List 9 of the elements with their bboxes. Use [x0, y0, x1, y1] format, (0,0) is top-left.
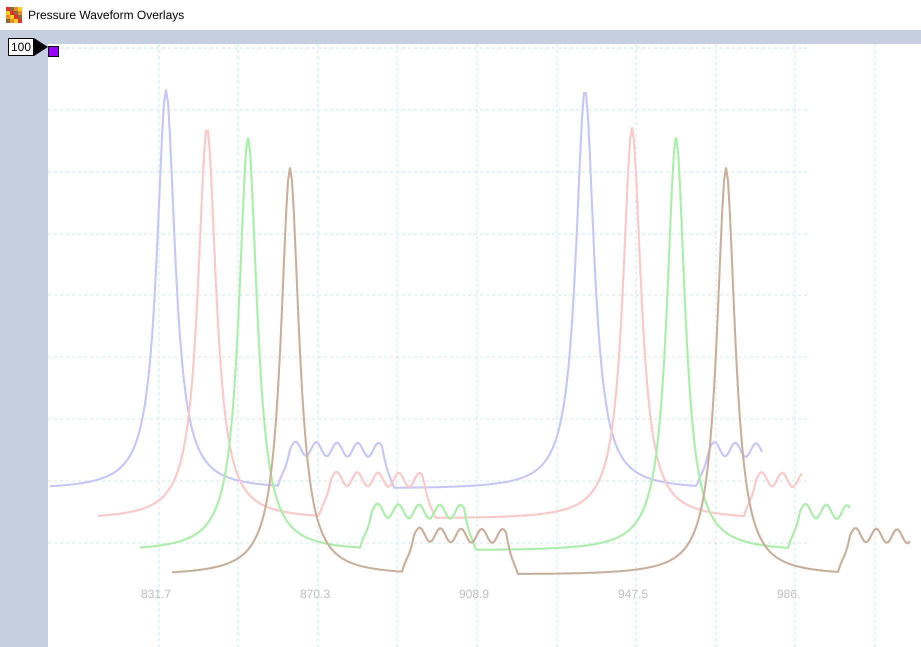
scale-value: 100: [8, 38, 34, 56]
window-title: Pressure Waveform Overlays: [28, 7, 184, 24]
axis-tick-label: 986.: [777, 587, 800, 601]
axis-tick-label: 870.3: [300, 587, 330, 601]
axis-tick-label: 908.9: [459, 587, 490, 601]
pointer-icon: [34, 38, 48, 56]
axis-tick-label: 831.7: [141, 587, 172, 601]
app-icon: [6, 7, 22, 23]
axis-tick-label: 947.5: [618, 587, 648, 601]
